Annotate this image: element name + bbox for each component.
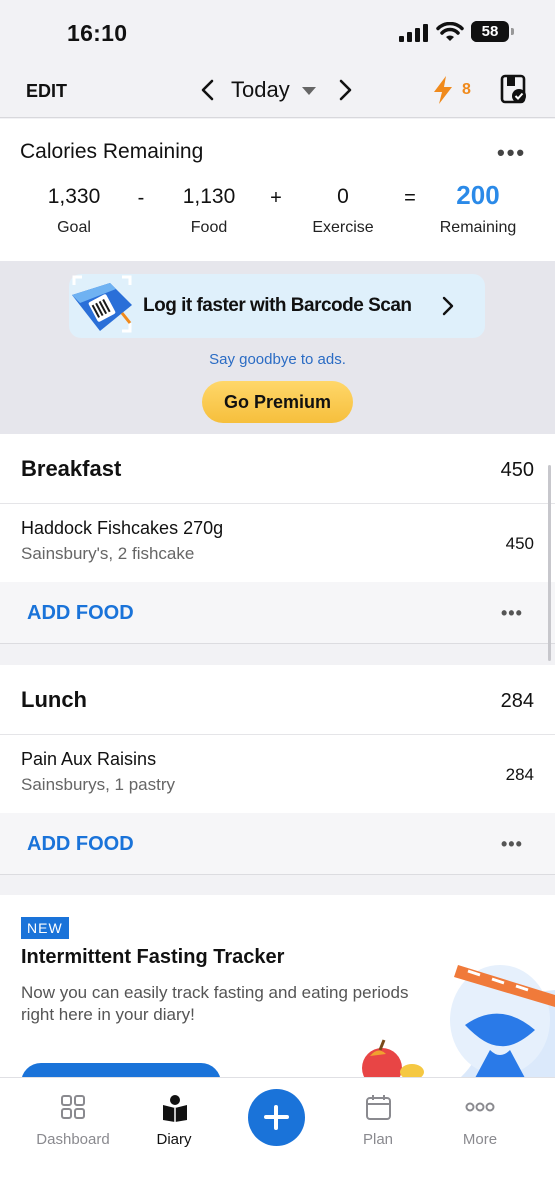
lunch-more-button[interactable]: ••• — [501, 834, 523, 855]
barcode-banner-text[interactable]: Log it faster with Barcode Scan — [143, 295, 412, 317]
remaining-label: Remaining — [439, 219, 517, 236]
food-entry-detail: Sainsburys, 1 pastry — [21, 775, 176, 794]
lunch-calories: 284 — [500, 690, 534, 712]
log-complete-icon[interactable] — [500, 74, 528, 104]
chevron-down-icon[interactable] — [302, 87, 316, 95]
barcode-scan-icon — [72, 275, 132, 333]
scrollbar[interactable] — [548, 465, 551, 661]
hourglass-fruit-illustration — [362, 965, 555, 1078]
previous-day-chevron-icon[interactable] — [200, 79, 216, 101]
plus-icon-vertical[interactable] — [274, 1105, 278, 1130]
tab-dashboard[interactable]: Dashboard — [23, 1131, 123, 1148]
tab-plan[interactable]: Plan — [328, 1131, 428, 1148]
food-value: 1,130 — [182, 185, 236, 208]
more-dots-icon[interactable] — [465, 1101, 495, 1113]
food-entry-detail: Sainsbury's, 2 fishcake — [21, 544, 195, 563]
food-entry-row[interactable] — [0, 735, 555, 813]
calories-more-button[interactable]: ••• — [497, 140, 526, 166]
wifi-icon — [436, 22, 464, 41]
date-selector[interactable]: Today — [231, 77, 290, 103]
goal-value: 1,330 — [47, 185, 101, 208]
remaining-value: 200 — [456, 180, 500, 210]
equals-sign: = — [404, 187, 416, 209]
next-day-chevron-icon[interactable] — [337, 79, 353, 101]
dashboard-grid-icon[interactable] — [60, 1094, 86, 1120]
calendar-icon[interactable] — [365, 1094, 392, 1121]
goal-label: Goal — [57, 219, 91, 236]
go-premium-button[interactable]: Go Premium — [202, 381, 353, 423]
food-entry-row[interactable] — [0, 504, 555, 582]
tab-more[interactable]: More — [430, 1131, 530, 1148]
cellular-signal-icon — [399, 24, 429, 42]
plus-sign: + — [270, 187, 282, 209]
lunch-title: Lunch — [21, 687, 87, 712]
food-label: Food — [190, 219, 228, 236]
new-badge: NEW — [21, 917, 69, 939]
ads-message: Say goodbye to ads. — [209, 351, 346, 368]
breakfast-calories: 450 — [500, 459, 534, 481]
battery-nub — [511, 28, 514, 35]
breakfast-add-food-button[interactable]: ADD FOOD — [27, 602, 134, 625]
food-entry-name[interactable]: Pain Aux Raisins — [21, 749, 156, 770]
breakfast-more-button[interactable]: ••• — [501, 603, 523, 624]
lunch-add-food-button[interactable]: ADD FOOD — [27, 833, 134, 856]
calories-title: Calories Remaining — [20, 140, 204, 163]
food-entry-calories: 450 — [505, 534, 534, 553]
fasting-title: Intermittent Fasting Tracker — [21, 946, 285, 968]
minus-sign: - — [137, 187, 145, 209]
food-entry-calories: 284 — [505, 765, 534, 784]
status-time: 16:10 — [67, 20, 128, 46]
diary-book-icon[interactable] — [161, 1094, 189, 1122]
tab-diary[interactable]: Diary — [124, 1131, 224, 1148]
edit-button[interactable]: EDIT — [26, 81, 67, 102]
food-entry-name[interactable]: Haddock Fishcakes 270g — [21, 518, 223, 539]
chevron-right-icon[interactable] — [441, 296, 455, 316]
battery-level: 58 — [481, 23, 499, 40]
exercise-label: Exercise — [312, 219, 374, 236]
exercise-value: 0 — [337, 185, 349, 208]
streak-count[interactable]: 8 — [462, 81, 471, 99]
breakfast-title: Breakfast — [21, 456, 122, 481]
streak-bolt-icon[interactable] — [431, 75, 455, 105]
